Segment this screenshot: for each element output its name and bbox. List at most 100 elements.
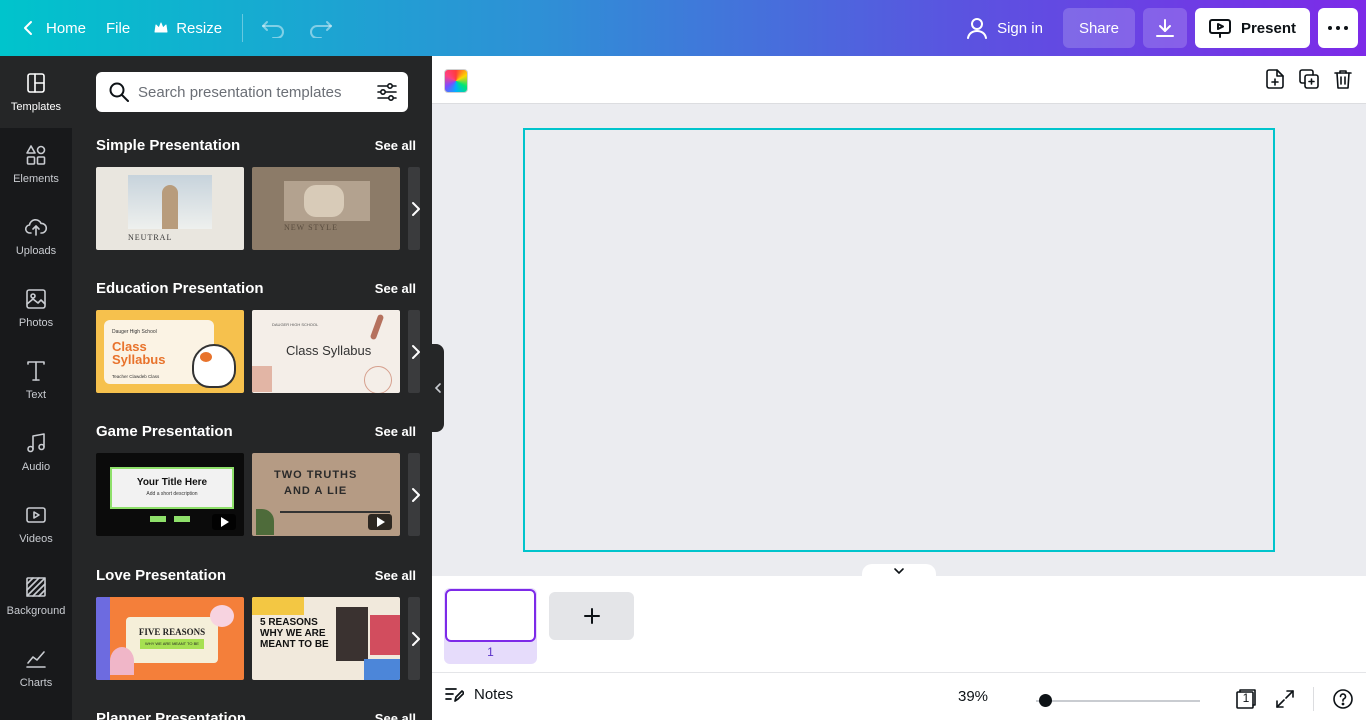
present-button[interactable]: Present bbox=[1194, 8, 1310, 48]
thumbnail-subtitle: WHY WE ARE MEANT TO BE bbox=[140, 639, 204, 649]
editor-toolbar bbox=[432, 56, 1366, 104]
chevron-left-icon bbox=[24, 21, 32, 35]
template-carousel: NEUTRAL NEW STYLE bbox=[96, 167, 420, 250]
thumbnail-subtitle: Teacher Clawdeb Class bbox=[112, 374, 160, 379]
section-simple-presentation: Simple Presentation See all NEUTRAL NEW … bbox=[96, 135, 432, 250]
rail-item-label: Charts bbox=[19, 677, 53, 689]
see-all-link[interactable]: See all bbox=[375, 568, 416, 583]
rail-item-text[interactable]: Text bbox=[0, 344, 72, 416]
button-shape bbox=[150, 516, 166, 522]
chevron-down-icon bbox=[894, 568, 904, 575]
template-carousel: FIVE REASONS WHY WE ARE MEANT TO BE 5 RE… bbox=[96, 597, 420, 680]
deco-shape bbox=[252, 597, 304, 615]
rail-item-audio[interactable]: Audio bbox=[0, 416, 72, 488]
section-header: Planner Presentation See all bbox=[96, 708, 432, 720]
page-count: 1 bbox=[1242, 691, 1250, 705]
cat-patch bbox=[200, 352, 212, 362]
carousel-next-button[interactable] bbox=[402, 481, 430, 509]
footer-controls: 1 bbox=[1235, 687, 1354, 711]
section-header: Game Presentation See all bbox=[96, 421, 432, 441]
thumbnail-title: Your Title Here bbox=[136, 477, 208, 488]
see-all-link[interactable]: See all bbox=[375, 281, 416, 296]
download-icon bbox=[1155, 19, 1174, 37]
carousel-next-button[interactable] bbox=[402, 625, 430, 653]
filter-icon[interactable] bbox=[376, 81, 398, 103]
zoom-slider[interactable] bbox=[1036, 694, 1200, 707]
chevron-right-icon bbox=[412, 488, 420, 502]
rail-item-videos[interactable]: Videos bbox=[0, 488, 72, 560]
resize-button[interactable]: Resize bbox=[142, 8, 234, 48]
zoom-slider-handle[interactable] bbox=[1039, 694, 1052, 707]
redo-button[interactable] bbox=[297, 8, 343, 48]
thumbnail-title-line: 5 REASONS bbox=[260, 617, 318, 628]
carousel-next-button[interactable] bbox=[402, 195, 430, 223]
section-title: Simple Presentation bbox=[96, 136, 241, 154]
notes-label: Notes bbox=[474, 685, 514, 703]
photos-icon bbox=[26, 289, 46, 309]
template-thumbnail[interactable]: DAUGER HIGH SCHOOL Class Syllabus bbox=[252, 310, 400, 393]
home-label: Home bbox=[46, 19, 87, 37]
add-page-button[interactable] bbox=[549, 592, 634, 640]
rail-item-photos[interactable]: Photos bbox=[0, 272, 72, 344]
template-thumbnail[interactable]: FIVE REASONS WHY WE ARE MEANT TO BE bbox=[96, 597, 244, 680]
undo-button[interactable] bbox=[251, 8, 297, 48]
template-thumbnail[interactable]: 5 REASONS WHY WE ARE MEANT TO BE bbox=[252, 597, 400, 680]
section-game-presentation: Game Presentation See all Your Title Her… bbox=[96, 421, 432, 536]
template-thumbnail[interactable]: NEUTRAL bbox=[96, 167, 244, 250]
cat-illustration bbox=[192, 344, 236, 388]
leaf-shape bbox=[369, 313, 385, 341]
template-thumbnail[interactable]: TWO TRUTHS AND A LIE bbox=[252, 453, 400, 536]
search-input[interactable] bbox=[130, 72, 376, 112]
rail-item-uploads[interactable]: Uploads bbox=[0, 200, 72, 272]
duplicate-page-icon[interactable] bbox=[1298, 68, 1320, 90]
color-picker-button[interactable] bbox=[444, 69, 468, 93]
thumbnail-subtitle: Add a short description bbox=[146, 491, 198, 497]
user-icon bbox=[967, 18, 988, 39]
carousel-next-button[interactable] bbox=[402, 338, 430, 366]
rail-item-label: Templates bbox=[10, 101, 62, 113]
rail-item-label: Background bbox=[6, 605, 66, 617]
template-thumbnail[interactable]: Dauger High School Class Syllabus Teache… bbox=[96, 310, 244, 393]
file-menu-button[interactable]: File bbox=[94, 8, 142, 48]
fullscreen-icon[interactable] bbox=[1275, 689, 1295, 709]
thumbnail-title: FIVE REASONS bbox=[138, 627, 206, 637]
rail-item-elements[interactable]: Elements bbox=[0, 128, 72, 200]
audio-icon bbox=[27, 433, 45, 453]
collapse-panel-button[interactable] bbox=[432, 344, 444, 432]
rail-item-background[interactable]: Background bbox=[0, 560, 72, 632]
add-page-icon[interactable] bbox=[1264, 68, 1286, 90]
rail-item-label: Photos bbox=[18, 317, 54, 329]
slide-canvas[interactable] bbox=[523, 128, 1275, 552]
text-line bbox=[280, 511, 390, 513]
notes-button[interactable]: Notes bbox=[444, 685, 513, 703]
more-options-button[interactable] bbox=[1318, 8, 1358, 48]
sign-in-button[interactable]: Sign in bbox=[955, 8, 1055, 48]
home-button[interactable]: Home bbox=[10, 8, 94, 48]
present-icon bbox=[1208, 19, 1231, 38]
templates-icon bbox=[27, 73, 45, 93]
section-header: Simple Presentation See all bbox=[96, 135, 432, 155]
thumbnail-title-line: WHY WE ARE bbox=[260, 628, 326, 639]
template-thumbnail[interactable]: Your Title Here Add a short description bbox=[96, 453, 244, 536]
page-thumbnail[interactable]: 1 bbox=[444, 588, 537, 664]
rail-item-templates[interactable]: Templates bbox=[0, 56, 72, 128]
zoom-level[interactable]: 39% bbox=[958, 688, 988, 705]
see-all-link[interactable]: See all bbox=[375, 424, 416, 439]
resize-label: Resize bbox=[176, 19, 223, 37]
thumbnail-title: Class Syllabus bbox=[286, 343, 372, 358]
download-button[interactable] bbox=[1142, 8, 1187, 48]
template-thumbnail[interactable]: NEW STYLE bbox=[252, 167, 400, 250]
rail-item-label: Text bbox=[25, 389, 47, 401]
see-all-link[interactable]: See all bbox=[375, 711, 416, 720]
left-rail: Templates Elements Uploads Photos Text A… bbox=[0, 56, 72, 720]
thumbnail-title-line: TWO TRUTHS bbox=[274, 469, 358, 481]
videos-icon bbox=[26, 507, 46, 523]
section-education-presentation: Education Presentation See all Dauger Hi… bbox=[96, 278, 432, 393]
rail-item-charts[interactable]: Charts bbox=[0, 632, 72, 704]
page-count-button[interactable]: 1 bbox=[1235, 688, 1257, 710]
share-button[interactable]: Share bbox=[1062, 8, 1135, 48]
thumbnail-school: DAUGER HIGH SCHOOL bbox=[272, 322, 319, 327]
trash-icon[interactable] bbox=[1332, 68, 1354, 90]
see-all-link[interactable]: See all bbox=[375, 138, 416, 153]
help-icon[interactable] bbox=[1332, 688, 1354, 710]
